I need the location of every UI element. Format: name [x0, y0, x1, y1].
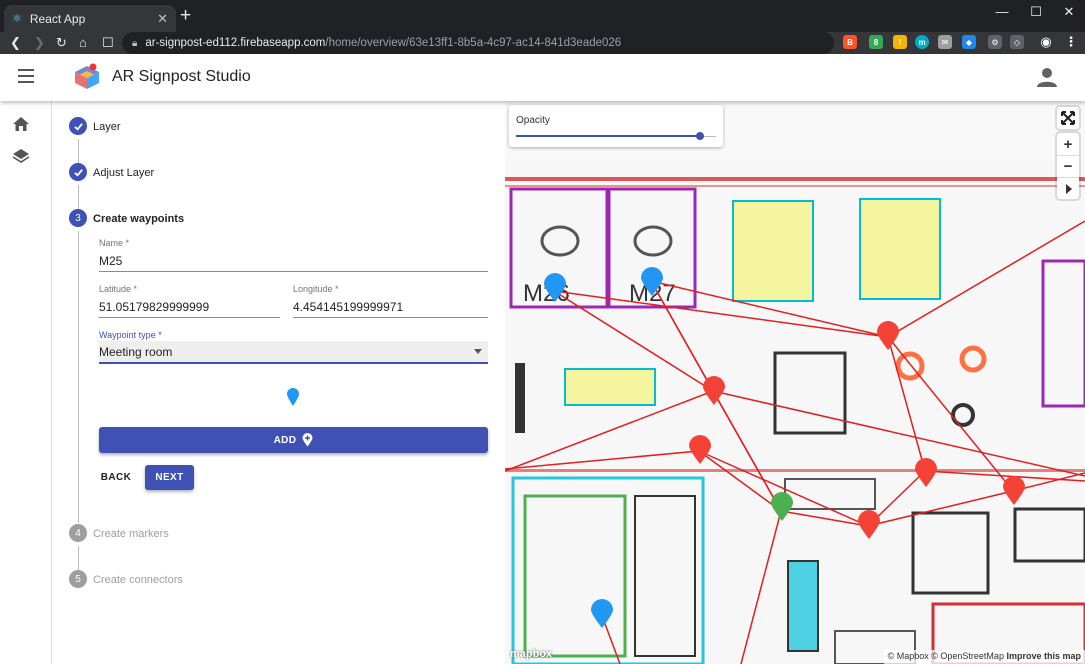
add-waypoint-button[interactable]: ADD [99, 427, 488, 453]
waypoint-stepper-panel: Layer Adjust Layer 3 Create waypoints Na… [53, 101, 505, 664]
waypoint-pin-blue[interactable] [543, 273, 567, 303]
longitude-input-underline [293, 317, 488, 318]
step-completed-check-icon [69, 117, 87, 135]
attribution-text[interactable]: © Mapbox © OpenStreetMap [888, 651, 1004, 661]
waypoint-preview-pin-icon [287, 388, 299, 406]
step-connector [78, 139, 79, 163]
opacity-slider-thumb[interactable] [696, 132, 704, 140]
diamond-extension-icon[interactable]: ◆ [962, 35, 976, 49]
zoom-controls: + − [1057, 133, 1079, 199]
add-location-icon [302, 433, 313, 447]
waypoint-pin-red[interactable] [688, 435, 712, 465]
back-button[interactable]: BACK [99, 465, 133, 489]
reload-icon[interactable]: ↻ [56, 35, 67, 51]
close-window-icon[interactable]: ✕ [1054, 4, 1084, 20]
step-connector [78, 546, 79, 570]
zoom-out-button[interactable]: − [1057, 155, 1079, 177]
opacity-label: Opacity [516, 115, 550, 126]
waypoint-type-label: Waypoint type * [99, 330, 162, 340]
longitude-label: Longitude * [293, 284, 339, 294]
latitude-input[interactable]: 51.05179829999999 [99, 300, 209, 314]
address-bar[interactable]: 🔒︎ ar-signpost-ed112.firebaseapp.com/hom… [122, 32, 834, 54]
close-tab-icon[interactable]: ✕ [157, 11, 168, 27]
next-button[interactable]: NEXT [145, 465, 194, 490]
waypoint-pin-blue[interactable] [590, 599, 614, 629]
dropdown-arrow-icon [474, 349, 482, 354]
waypoint-pin-red[interactable] [914, 458, 938, 488]
extension-icon[interactable]: ⚙ [988, 35, 1002, 49]
app-title: AR Signpost Studio [112, 68, 251, 85]
url-host: ar-signpost-ed112.firebaseapp.com [145, 37, 326, 49]
app-logo [75, 63, 99, 89]
back-arrow-icon[interactable]: ❮ [10, 35, 21, 51]
maximize-icon[interactable]: ☐ [1021, 4, 1051, 20]
step-label-layer[interactable]: Layer [93, 121, 121, 133]
latitude-label: Latitude * [99, 284, 138, 294]
name-label: Name * [99, 238, 130, 248]
waypoint-type-select[interactable]: Meeting room [99, 341, 488, 364]
step-label-create-waypoints[interactable]: Create waypoints [93, 213, 184, 225]
fullscreen-control [1057, 107, 1079, 129]
opacity-slider-fill [516, 135, 700, 137]
home-icon[interactable] [12, 115, 30, 133]
extension-icon[interactable]: 8 [869, 35, 883, 49]
waypoint-type-value: Meeting room [99, 345, 173, 359]
tab-title: React App [29, 11, 86, 26]
app-bar: AR Signpost Studio [0, 54, 1085, 101]
step-number-4: 4 [69, 524, 87, 542]
name-input-underline [99, 271, 488, 272]
floorplan-canvas: M26 M27 [505, 101, 1085, 664]
waypoint-pin-green[interactable] [770, 492, 794, 522]
bookmark-icon[interactable]: ☐ [102, 35, 114, 51]
waypoint-pin-red[interactable] [857, 510, 881, 540]
shield-extension-icon[interactable]: ◇ [1010, 35, 1024, 49]
longitude-input[interactable]: 4.454145199999971 [293, 300, 403, 314]
map-attribution: © Mapbox © OpenStreetMap Improve this ma… [883, 650, 1085, 664]
improve-map-link[interactable]: Improve this map [1006, 651, 1081, 661]
step-content-line [78, 231, 79, 523]
step-number-5: 5 [69, 570, 87, 588]
side-rail [0, 101, 52, 664]
forward-arrow-icon[interactable]: ❯ [34, 35, 45, 51]
profile-icon[interactable]: ◉ [1039, 34, 1053, 49]
minimize-icon[interactable]: — [987, 4, 1017, 19]
opacity-control: Opacity [509, 105, 723, 147]
lock-icon: 🔒︎ [132, 37, 138, 49]
waypoint-pin-red[interactable] [702, 376, 726, 406]
zoom-in-button[interactable]: + [1057, 133, 1079, 155]
home-icon[interactable]: ⌂ [79, 35, 87, 51]
extension-icon[interactable]: m [915, 35, 929, 49]
react-icon: ⚛ [12, 13, 22, 25]
layers-icon[interactable] [12, 147, 30, 165]
fullscreen-icon[interactable] [1057, 107, 1079, 129]
step-completed-check-icon [69, 163, 87, 181]
step-label-create-markers[interactable]: Create markers [93, 528, 169, 540]
url-path: /home/overview/63e13ff1-8b5a-4c97-ac14-8… [325, 37, 622, 49]
browser-tab-strip: ⚛ React App ✕ + — ☐ ✕ [0, 0, 1085, 32]
brave-shield-icon[interactable]: B [843, 35, 857, 49]
compass-icon[interactable] [1057, 177, 1079, 199]
menu-icon[interactable] [18, 69, 34, 83]
waypoint-pin-red[interactable] [876, 321, 900, 351]
mapbox-logo[interactable]: mapbox [510, 648, 552, 660]
mail-extension-icon[interactable]: ✉ [938, 35, 952, 49]
floorplan-map[interactable]: M26 M27 [505, 101, 1085, 664]
extension-icon[interactable]: ! [893, 35, 907, 49]
browser-tab[interactable]: ⚛ React App ✕ [4, 5, 176, 32]
add-button-label: ADD [273, 434, 297, 446]
new-tab-button[interactable]: + [180, 6, 191, 26]
step-number-3: 3 [69, 209, 87, 227]
browser-toolbar: ❮ ❯ ↻ ⌂ ☐ 🔒︎ ar-signpost-ed112.firebasea… [0, 32, 1085, 54]
step-label-create-connectors[interactable]: Create connectors [93, 574, 183, 586]
menu-icon[interactable]: ⋮ [1064, 34, 1078, 49]
account-icon[interactable] [1036, 66, 1058, 88]
step-label-adjust-layer[interactable]: Adjust Layer [93, 167, 154, 179]
step-connector [78, 185, 79, 209]
waypoint-pin-blue[interactable] [640, 267, 664, 297]
waypoint-pin-red[interactable] [1002, 476, 1026, 506]
latitude-input-underline [99, 317, 280, 318]
name-input[interactable]: M25 [99, 254, 122, 268]
